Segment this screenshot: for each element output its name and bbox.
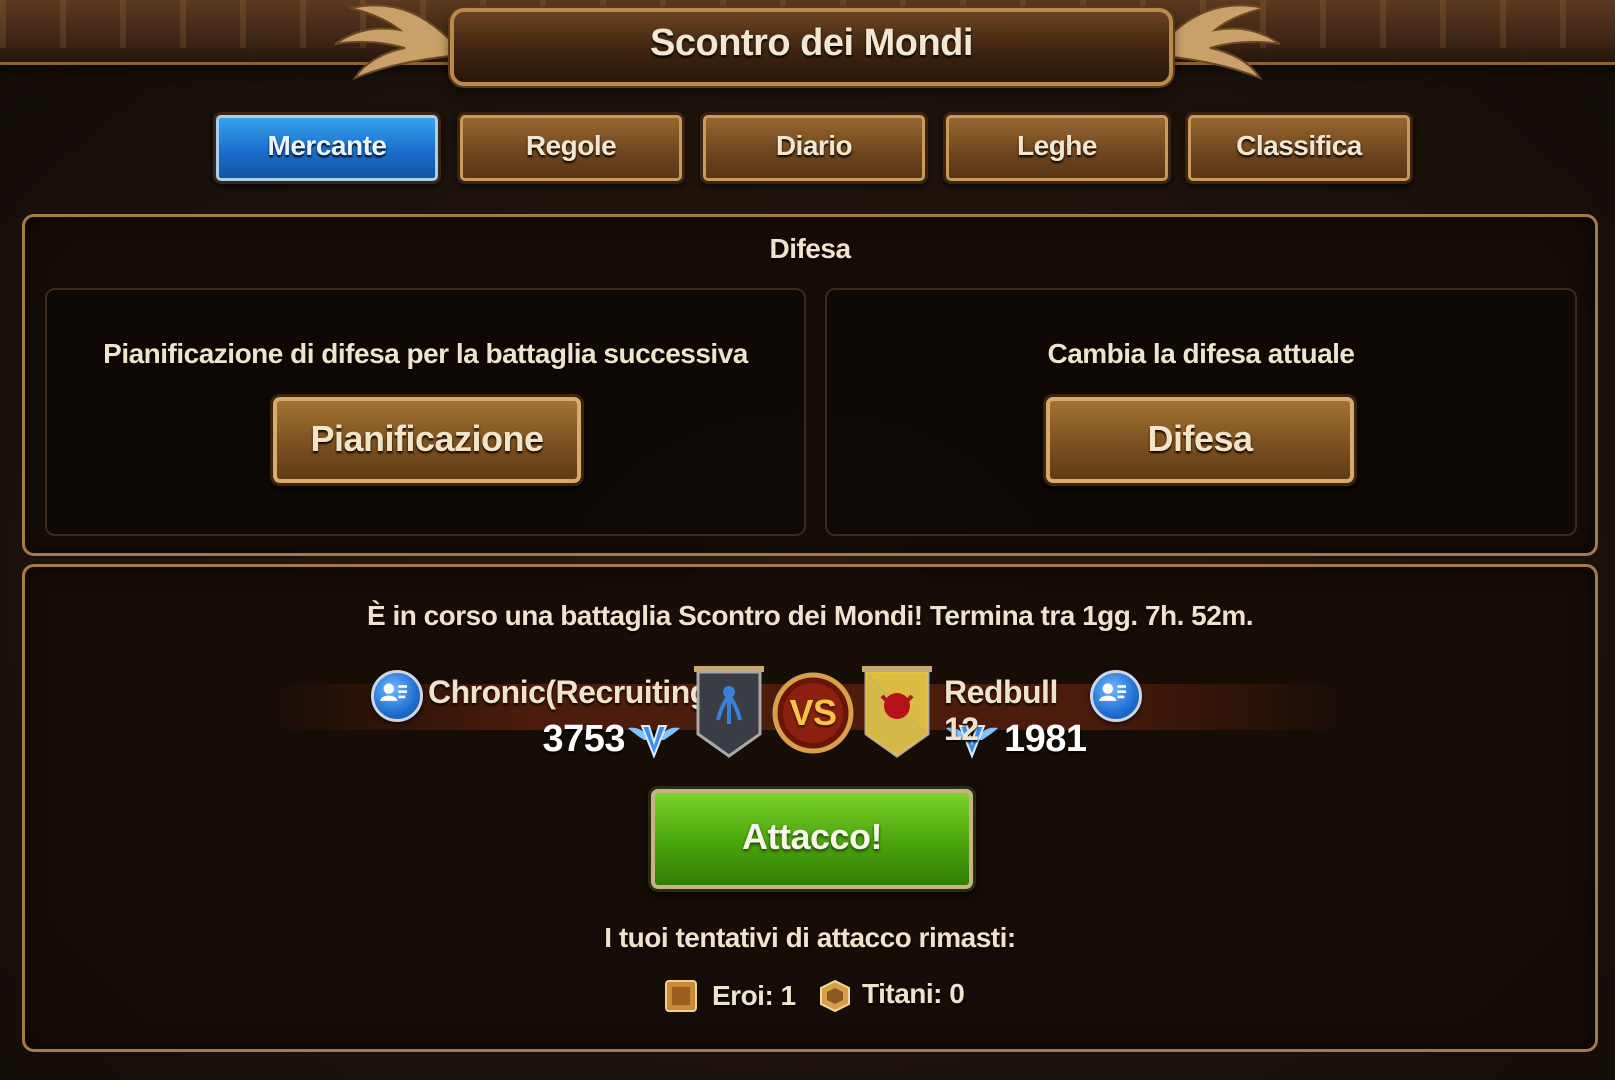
battle-status-text: È in corso una battaglia Scontro dei Mon…	[366, 600, 1254, 631]
page-title: Scontro dei Mondi	[650, 22, 973, 64]
tab-mercante[interactable]: Mercante	[213, 112, 441, 184]
attempts-label: I tuoi tentativi di attacco rimasti:	[604, 922, 1016, 953]
hero-attempt-icon	[665, 980, 697, 1012]
tab-diario[interactable]: Diario	[700, 112, 928, 184]
right-wing-ornament	[1164, 4, 1281, 81]
attack-button[interactable]: Attacco!	[648, 786, 976, 892]
right-guild-banner-icon	[862, 666, 932, 758]
planning-button[interactable]: Pianificazione	[270, 394, 584, 486]
change-defense-description: Cambia la difesa attuale	[1047, 338, 1355, 369]
person-card-icon	[380, 683, 408, 701]
heroes-attempts: Eroi: 1	[712, 980, 796, 1011]
tab-regole[interactable]: Regole	[457, 112, 685, 184]
left-team-points: 3753	[542, 718, 625, 760]
vs-label: VS	[789, 692, 837, 733]
left-team-name: Chronic(Recruiting)	[428, 674, 719, 710]
plan-defense-description: Pianificazione di difesa per la battagli…	[103, 338, 748, 369]
tab-leghe[interactable]: Leghe	[943, 112, 1171, 184]
tab-classifica[interactable]: Classifica	[1185, 112, 1413, 184]
right-team-points: 1981	[1004, 718, 1087, 760]
person-card-icon	[1099, 683, 1127, 701]
left-team-profile-icon[interactable]	[371, 670, 423, 722]
defense-title: Difesa	[769, 233, 851, 264]
left-wing-ornament	[334, 4, 451, 81]
left-guild-banner-icon	[694, 666, 764, 758]
right-team-profile-icon[interactable]	[1090, 670, 1142, 722]
defense-button[interactable]: Difesa	[1043, 394, 1357, 486]
titans-attempts: Titani: 0	[862, 978, 965, 1009]
league-wings-icon	[628, 725, 680, 759]
titan-attempt-icon	[820, 980, 850, 1012]
